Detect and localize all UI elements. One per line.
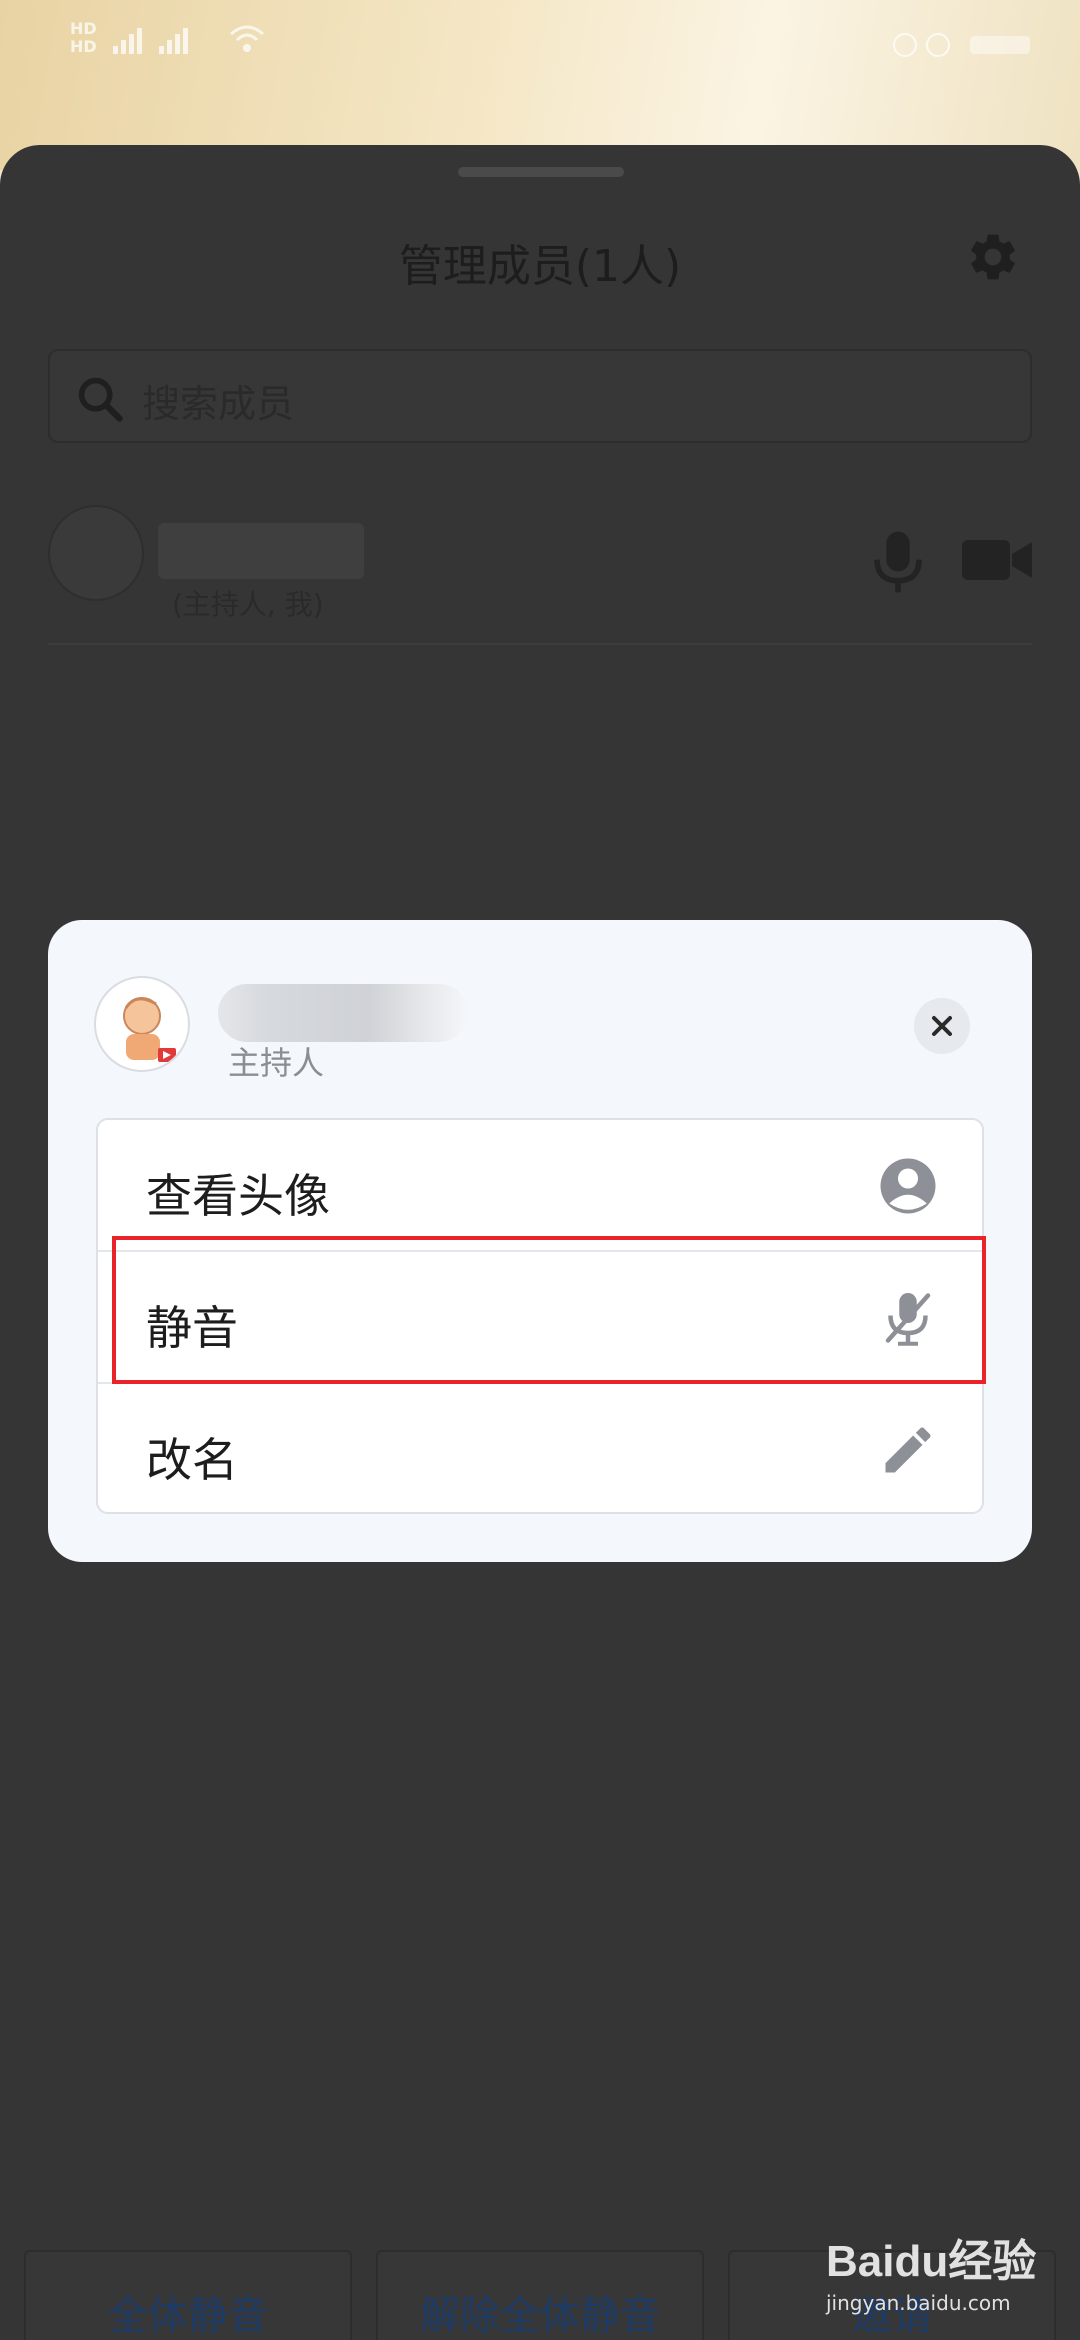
status-right: [890, 30, 1040, 66]
sheet-title: 管理成员(1人): [398, 241, 682, 292]
close-button[interactable]: [914, 998, 970, 1054]
member-role: 主持人: [228, 1044, 325, 1082]
unmute-all-button[interactable]: 解除全体静音: [376, 2250, 704, 2340]
video-camera-icon[interactable]: [962, 537, 1034, 583]
network-badges: HD HD: [70, 20, 97, 56]
search-placeholder: 搜索成员: [142, 382, 295, 426]
microphone-icon[interactable]: [870, 527, 926, 597]
cartoon-avatar-icon: [123, 997, 176, 1062]
close-icon: [932, 1016, 952, 1036]
status-bar: HD HD: [0, 0, 1080, 90]
signal-icon: [112, 28, 188, 54]
hd-badge: HD: [70, 19, 97, 38]
member-name-redacted: [218, 984, 468, 1042]
view-avatar-label: 查看头像: [146, 1169, 330, 1223]
watermark-logo: Baidu经验: [826, 2237, 1037, 2286]
rename-item[interactable]: 改名: [98, 1384, 982, 1516]
highlight-box: [112, 1236, 986, 1384]
drag-handle[interactable]: [458, 167, 624, 177]
member-row[interactable]: (主持人, 我): [48, 485, 1032, 645]
mute-all-button[interactable]: 全体静音: [24, 2250, 352, 2340]
member-role: (主持人, 我): [172, 588, 324, 621]
alarm-icon: [893, 33, 1030, 57]
gear-icon[interactable]: [965, 229, 1021, 285]
pencil-icon: [885, 1427, 931, 1473]
watermark-site: jingyan.baidu.com: [826, 2291, 1011, 2315]
avatar: [94, 976, 190, 1072]
rename-label: 改名: [146, 1433, 238, 1487]
view-avatar-item[interactable]: 查看头像: [98, 1120, 982, 1252]
hd-badge-2: HD: [70, 37, 97, 56]
status-left: HD HD: [70, 18, 267, 58]
search-input[interactable]: 搜索成员: [48, 349, 1032, 443]
baidu-watermark: Baidu经验 jingyan.baidu.com: [826, 2225, 1056, 2325]
search-icon: [78, 377, 123, 422]
avatar[interactable]: [48, 505, 144, 601]
wifi-icon: [229, 25, 264, 52]
member-name-redacted: [158, 523, 364, 579]
person-circle-icon: [880, 1158, 936, 1214]
